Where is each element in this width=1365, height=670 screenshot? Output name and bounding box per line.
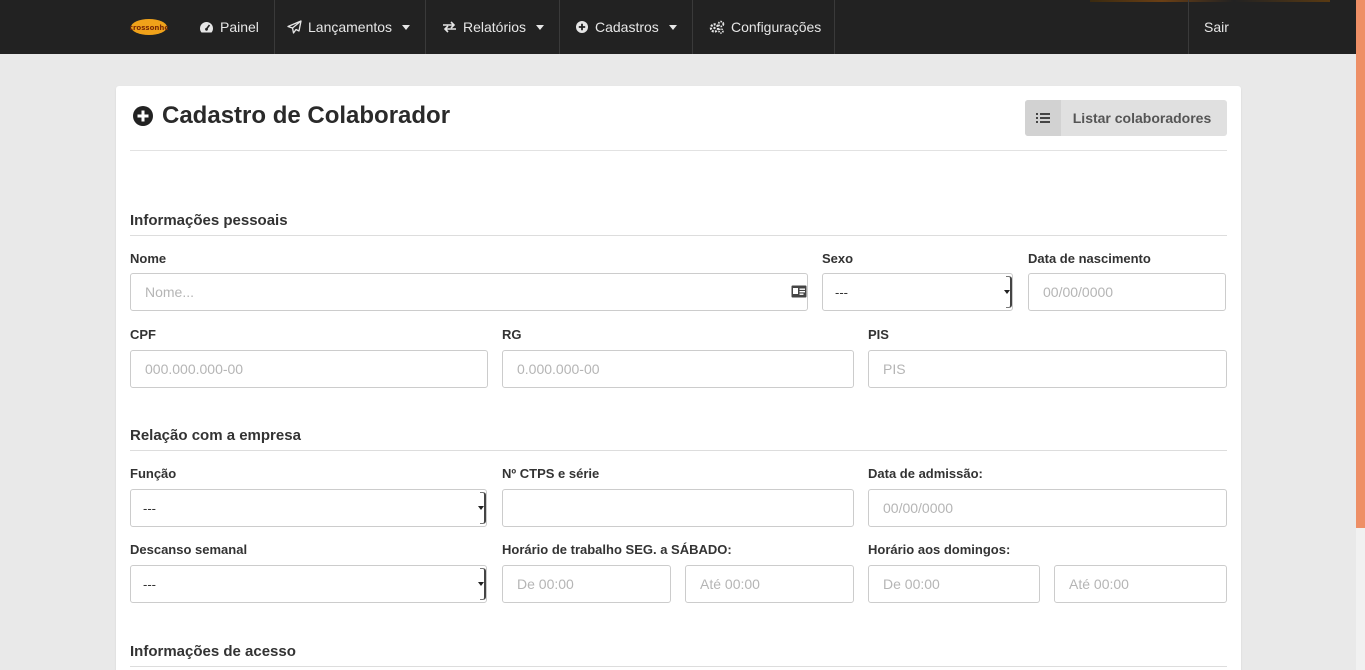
caret-down-icon: [402, 24, 411, 30]
ctps-input[interactable]: [502, 489, 854, 527]
rg-input[interactable]: [502, 350, 854, 388]
pis-input[interactable]: [868, 350, 1227, 388]
paper-plane-icon: [287, 20, 302, 34]
ctps-label: Nº CTPS e série: [502, 466, 600, 481]
nav-item-configuracoes[interactable]: Configurações: [694, 0, 835, 54]
nome-label: Nome: [130, 251, 167, 266]
list-collaborators-label: Listar colaboradores: [1072, 110, 1212, 126]
scrollbar-thumb[interactable]: [1356, 0, 1365, 528]
pis-label: PIS: [868, 327, 889, 342]
nascimento-label: Data de nascimento: [1028, 251, 1151, 266]
plus-circle-icon: [132, 105, 154, 127]
section-access-info: Informações de acesso: [130, 643, 1227, 667]
nav-label-cadastros: Cadastros: [595, 19, 659, 35]
select-arrow-icon: [478, 492, 486, 524]
admissao-label: Data de admissão:: [868, 466, 983, 481]
page-title: Cadastro de Colaborador: [132, 102, 450, 130]
page-title-text: Cadastro de Colaborador: [162, 102, 451, 129]
horario-semana-de-input[interactable]: [502, 565, 671, 603]
nav-label-relatorios: Relatórios: [463, 19, 527, 35]
section-company-relation: Relação com a empresa: [130, 427, 1227, 451]
nav-item-lancamentos[interactable]: Lançamentos: [272, 0, 427, 54]
horario-domingo-de-input[interactable]: [868, 565, 1040, 603]
select-arrow-icon: [1004, 276, 1012, 308]
nav-item-painel[interactable]: Painel: [184, 0, 275, 54]
caret-down-icon: [668, 24, 677, 30]
page-scrollbar[interactable]: [1356, 0, 1365, 670]
list-icon: [1025, 100, 1061, 136]
nome-input[interactable]: [130, 273, 808, 311]
descanso-label: Descanso semanal: [130, 542, 248, 557]
descanso-selected-value: ---: [143, 576, 156, 592]
funcao-selected-value: ---: [143, 500, 156, 516]
horario-domingo-ate-input[interactable]: [1054, 565, 1227, 603]
sexo-selected-value: ---: [835, 284, 848, 300]
logout-label: Sair: [1204, 19, 1229, 35]
cpf-input[interactable]: [130, 350, 488, 388]
gears-icon: [709, 20, 725, 34]
horario-domingo-label: Horário aos domingos:: [868, 542, 1011, 557]
nav-label-configuracoes: Configurações: [731, 19, 822, 35]
nav-label-lancamentos: Lançamentos: [308, 19, 393, 35]
nascimento-input[interactable]: [1028, 273, 1226, 311]
dashboard-icon: [199, 21, 214, 34]
title-divider: [130, 150, 1227, 151]
exchange-icon: [442, 21, 457, 33]
nav-item-relatorios[interactable]: Relatórios: [427, 0, 561, 54]
nav-label-painel: Painel: [220, 19, 259, 35]
sexo-select[interactable]: ---: [822, 273, 1013, 311]
top-navbar: crossonho Painel Lançamentos Relatórios …: [0, 0, 1356, 54]
caret-down-icon: [536, 24, 545, 30]
admissao-input[interactable]: [868, 489, 1227, 527]
list-collaborators-button[interactable]: Listar colaboradores: [1025, 100, 1227, 136]
logout-link[interactable]: Sair: [1188, 0, 1268, 54]
cpf-label: CPF: [130, 327, 156, 342]
app-logo[interactable]: crossonho: [130, 16, 168, 38]
funcao-select[interactable]: ---: [130, 489, 487, 527]
descanso-select[interactable]: ---: [130, 565, 487, 603]
select-arrow-icon: [478, 568, 486, 600]
id-card-icon: [791, 285, 807, 303]
svg-text:crossonho: crossonho: [130, 24, 168, 32]
horario-semana-label: Horário de trabalho SEG. a SÁBADO:: [502, 542, 732, 557]
section-personal-info: Informações pessoais: [130, 212, 1227, 236]
sexo-label: Sexo: [822, 251, 854, 266]
horario-semana-ate-input[interactable]: [685, 565, 854, 603]
plus-circle-icon: [575, 20, 589, 34]
rg-label: RG: [502, 327, 522, 342]
funcao-label: Função: [130, 466, 177, 481]
nav-item-cadastros[interactable]: Cadastros: [560, 0, 693, 54]
main-panel: Cadastro de Colaborador Listar colaborad…: [116, 86, 1241, 670]
